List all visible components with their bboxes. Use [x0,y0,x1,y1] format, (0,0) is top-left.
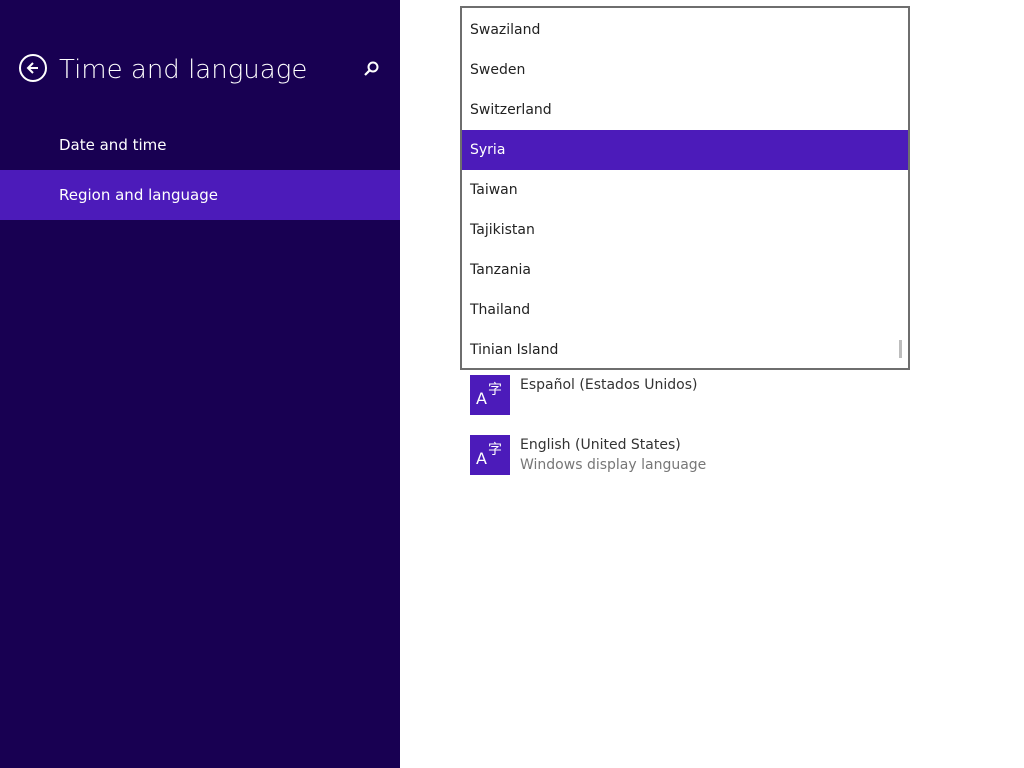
country-dropdown-list[interactable]: Swaziland Sweden Switzerland Syria Taiwa… [460,6,910,370]
nav-item-region-and-language[interactable]: Region and language [0,170,400,220]
nav-item-label: Date and time [59,136,167,154]
nav-item-label: Region and language [59,186,218,204]
dropdown-scrollbar-thumb[interactable] [899,340,902,358]
dropdown-option-sweden[interactable]: Sweden [462,50,908,90]
language-name: Español (Estados Unidos) [520,377,698,393]
dropdown-option-tajikistan[interactable]: Tajikistan [462,210,908,250]
search-button[interactable] [361,60,381,80]
dropdown-option-tinian-island[interactable]: Tinian Island [462,330,908,368]
settings-window: Time and language Date and time Region a… [0,0,1024,768]
back-button[interactable] [19,54,47,82]
dropdown-option-syria[interactable]: Syria [462,130,908,170]
sidebar: Time and language Date and time Region a… [0,0,400,768]
language-name: English (United States) [520,437,681,453]
dropdown-option-thailand[interactable]: Thailand [462,290,908,330]
dropdown-option-tanzania[interactable]: Tanzania [462,250,908,290]
dropdown-option-switzerland[interactable]: Switzerland [462,90,908,130]
language-icon: A 字 [470,435,510,475]
search-icon [364,61,379,76]
language-icon: A 字 [470,375,510,415]
nav-item-date-and-time[interactable]: Date and time [0,120,400,170]
dropdown-option-taiwan[interactable]: Taiwan [462,170,908,210]
dropdown-option-swaziland[interactable]: Swaziland [462,10,908,50]
language-subtitle: Windows display language [520,457,707,473]
page-title: Time and language [59,55,308,85]
back-arrow-icon [26,62,38,74]
